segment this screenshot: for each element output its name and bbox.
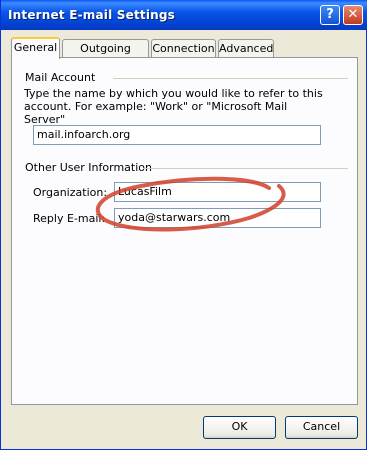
tab-general[interactable]: General	[11, 37, 60, 59]
tab-connection[interactable]: Connection	[151, 39, 216, 58]
reply-email-input[interactable]: yoda@starwars.com	[114, 208, 321, 228]
cancel-button[interactable]: Cancel	[285, 416, 358, 439]
other-info-divider	[143, 168, 348, 169]
email-settings-dialog: Internet E-mail Settings ? ✕ General Out…	[0, 0, 367, 450]
mail-account-input[interactable]: mail.infoarch.org	[33, 125, 321, 145]
tab-advanced[interactable]: Advanced	[218, 39, 274, 58]
organization-input[interactable]: LucasFilm	[114, 182, 321, 202]
tab-outgoing-server[interactable]: Outgoing Server	[62, 39, 149, 72]
mail-account-group-label: Mail Account	[25, 71, 96, 84]
other-info-group-label: Other User Information	[25, 161, 152, 174]
window-title: Internet E-mail Settings	[8, 8, 176, 22]
mail-account-description: Type the name by which you would like to…	[24, 87, 323, 126]
mail-account-divider	[113, 78, 348, 79]
help-button[interactable]: ?	[320, 5, 340, 25]
close-button[interactable]: ✕	[343, 5, 363, 25]
title-bar[interactable]: Internet E-mail Settings ? ✕	[1, 0, 367, 30]
reply-email-label: Reply E-mail:	[33, 212, 106, 225]
organization-label: Organization:	[33, 186, 108, 199]
ok-button[interactable]: OK	[203, 416, 276, 439]
